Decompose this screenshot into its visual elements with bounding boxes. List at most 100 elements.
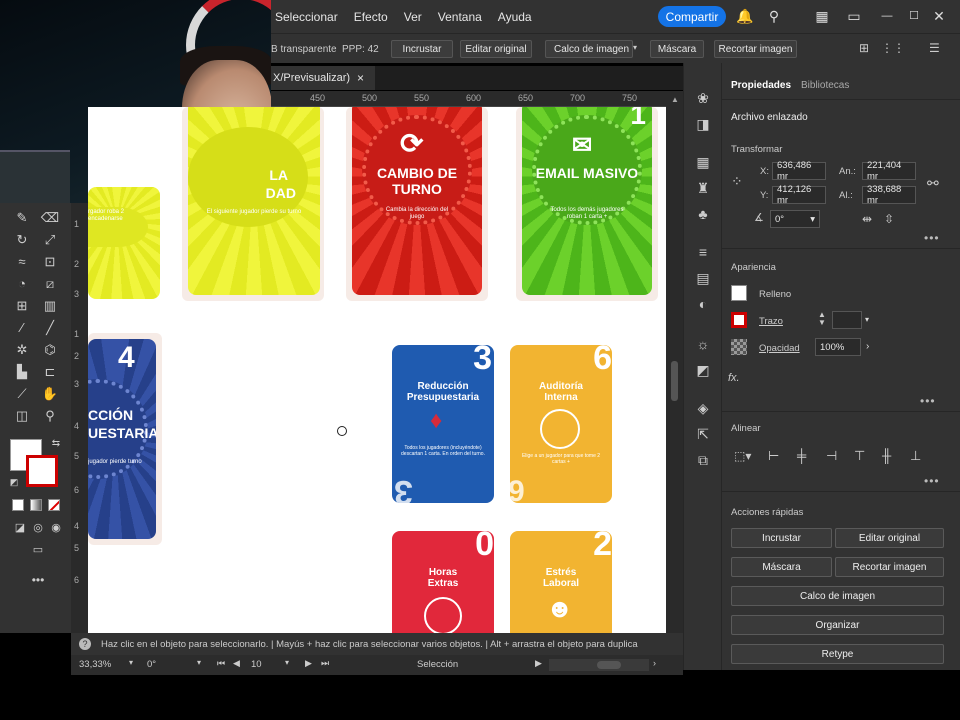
align-bottom-icon[interactable]: ⊥ (910, 448, 921, 464)
rotation-view[interactable]: 0° (147, 659, 156, 670)
rotation-field[interactable]: 0° ▾ (770, 210, 820, 228)
card-overtime[interactable]: 0 Horas Extras (392, 531, 494, 633)
x-field[interactable]: 636,486 mr (772, 160, 826, 182)
eraser-tool-icon[interactable]: ⌫ (40, 209, 60, 227)
properties-icon[interactable]: ◨ (694, 115, 712, 133)
scroll-thumb[interactable] (597, 661, 621, 669)
zoom-level[interactable]: 33,33% (79, 659, 111, 670)
edit-original-button[interactable]: Editar original (460, 40, 532, 58)
mask-button[interactable]: Máscara (650, 40, 704, 58)
stroke-icon[interactable]: ≡ (694, 243, 712, 261)
width-field[interactable]: 221,404 mr (862, 160, 916, 182)
first-artboard-icon[interactable]: ⏮ (217, 658, 225, 669)
workspace-icon[interactable]: ▦ (814, 8, 830, 24)
scale-tool-icon[interactable]: ⤢ (40, 231, 60, 249)
document-tab[interactable]: X/Previsualizar) × (271, 66, 375, 90)
fill-color-swatch[interactable] (731, 285, 747, 301)
align-top-icon[interactable]: ⊤ (854, 448, 865, 464)
graph-tool-icon[interactable]: ▙ (12, 363, 32, 381)
eyedropper-icon[interactable]: ⁄ (12, 319, 32, 337)
panel-icon[interactable]: ▭ (846, 8, 862, 24)
constrain-link-icon[interactable]: ⚯ (927, 175, 939, 192)
export-icon[interactable]: ⇱ (694, 425, 712, 443)
pencil-tool-icon[interactable]: ✎ (12, 209, 32, 227)
menu-ver[interactable]: Ver (396, 10, 430, 24)
align-left-icon[interactable]: ⊢ (768, 448, 779, 464)
gradient-mode-icon[interactable] (30, 499, 42, 511)
print-tiling-icon[interactable]: ◫ (12, 407, 32, 425)
share-button[interactable]: Compartir (658, 6, 726, 27)
y-field[interactable]: 412,126 mr (772, 184, 826, 206)
draw-behind-icon[interactable]: ◎ (28, 519, 48, 537)
card-skip-turn[interactable]: LA DAD El siguiente jugador pierde su tu… (188, 107, 320, 295)
default-colors-icon[interactable]: ◩ (4, 473, 24, 491)
qa-crop-button[interactable]: Recortar imagen (835, 557, 944, 577)
none-mode-icon[interactable] (48, 499, 60, 511)
card-work-stress[interactable]: 2 Estrés Laboral ☻ (510, 531, 612, 633)
search-icon[interactable]: ⚲ (766, 8, 782, 24)
swap-colors-icon[interactable]: ⇆ (46, 435, 66, 453)
align-right-icon[interactable]: ⊣ (826, 448, 837, 464)
chevron-down-icon[interactable]: ▾ (285, 658, 289, 667)
card-mass-email[interactable]: 1 ✉ EMAIL MASIVO Todos los demás jugador… (522, 107, 652, 295)
more-options-icon[interactable]: ••• (924, 474, 940, 488)
stroke-stepper-icon[interactable]: ▲ ▼ (818, 311, 826, 327)
stroke-label[interactable]: Trazo (759, 316, 783, 327)
qa-edit-original-button[interactable]: Editar original (835, 528, 944, 548)
prev-artboard-icon[interactable]: ◀ (233, 658, 240, 669)
scroll-right-icon[interactable]: › (653, 658, 656, 668)
card-budget-reduction[interactable]: 3 Reducción Presupuestaria ♦ Todos los j… (392, 345, 494, 503)
tab-libraries[interactable]: Bibliotecas (801, 80, 849, 91)
artboard-canvas[interactable]: rgador roba 2 encadenarse LA DAD El sigu… (88, 107, 666, 633)
rotate-tool-icon[interactable]: ↻ (12, 231, 32, 249)
zoom-tool-icon[interactable]: ⚲ (40, 407, 60, 425)
card-yellow-left[interactable]: rgador roba 2 encadenarse (88, 187, 160, 299)
menu-efecto[interactable]: Efecto (346, 10, 396, 24)
qa-image-trace-button[interactable]: Calco de imagen (731, 586, 944, 606)
warp-tool-icon[interactable]: ≈ (12, 253, 32, 271)
chevron-down-icon[interactable]: ▾ (633, 43, 637, 52)
opacity-label[interactable]: Opacidad (759, 343, 800, 354)
align-hcenter-icon[interactable]: ╪ (797, 448, 806, 463)
minimize-icon[interactable]: — (879, 8, 895, 24)
menu-ayuda[interactable]: Ayuda (490, 10, 540, 24)
tab-properties[interactable]: Propiedades (731, 80, 791, 91)
qa-arrange-button[interactable]: Organizar (731, 615, 944, 635)
graphic-styles-icon[interactable]: ◩ (694, 361, 712, 379)
flip-vertical-icon[interactable]: ⇳ (884, 212, 894, 226)
color-mode-icon[interactable] (12, 499, 24, 511)
align-vcenter-icon[interactable]: ╫ (882, 448, 891, 463)
layers-icon[interactable]: ◈ (694, 399, 712, 417)
opacity-field[interactable]: 100% (815, 338, 861, 356)
menu-seleccionar[interactable]: Seleccionar (271, 10, 346, 24)
artboard-tool-icon[interactable]: ⊏ (40, 363, 60, 381)
stroke-color-swatch[interactable] (731, 312, 747, 328)
last-artboard-icon[interactable]: ⏭ (321, 658, 329, 669)
fx-button[interactable]: fx. (728, 372, 740, 384)
chevron-right-icon[interactable]: › (866, 341, 869, 352)
next-artboard-icon[interactable]: ▶ (305, 658, 312, 669)
swatches-icon[interactable]: ▦ (694, 153, 712, 171)
measure-icon[interactable]: ╱ (40, 319, 60, 337)
maximize-icon[interactable]: ☐ (906, 8, 922, 24)
play-icon[interactable]: ▶ (535, 658, 542, 669)
symbols-icon[interactable]: ♣ (694, 205, 712, 223)
transparency-icon[interactable]: ◐ (694, 295, 712, 313)
brushes-icon[interactable]: ♜ (694, 179, 712, 197)
card-budget-cut-partial[interactable]: 4 CCIÓN UESTARIA jugador pierde turno (88, 339, 156, 539)
perspective-icon[interactable]: ⧄ (40, 275, 60, 293)
shape-builder-icon[interactable]: ◔ (12, 275, 32, 293)
vertical-scrollbar[interactable]: ▲ ▼ (666, 91, 683, 648)
gradient-tool-icon[interactable]: ▥ (40, 297, 60, 315)
artboards-icon[interactable]: ⧉ (694, 451, 712, 469)
crop-image-button[interactable]: Recortar imagen (714, 40, 797, 58)
stroke-swatch[interactable] (26, 455, 58, 487)
flip-horizontal-icon[interactable]: ⇹ (862, 212, 872, 226)
free-transform-icon[interactable]: ⊡ (40, 253, 60, 271)
slice-tool-icon[interactable]: ⟋ (12, 385, 32, 403)
gradient-icon[interactable]: ▤ (694, 269, 712, 287)
reference-point-icon[interactable]: ⁘ (731, 173, 743, 190)
scroll-up-icon[interactable]: ▲ (671, 95, 679, 104)
more-options-icon[interactable]: ••• (920, 394, 936, 408)
hand-tool-icon[interactable]: ✋ (40, 385, 60, 403)
